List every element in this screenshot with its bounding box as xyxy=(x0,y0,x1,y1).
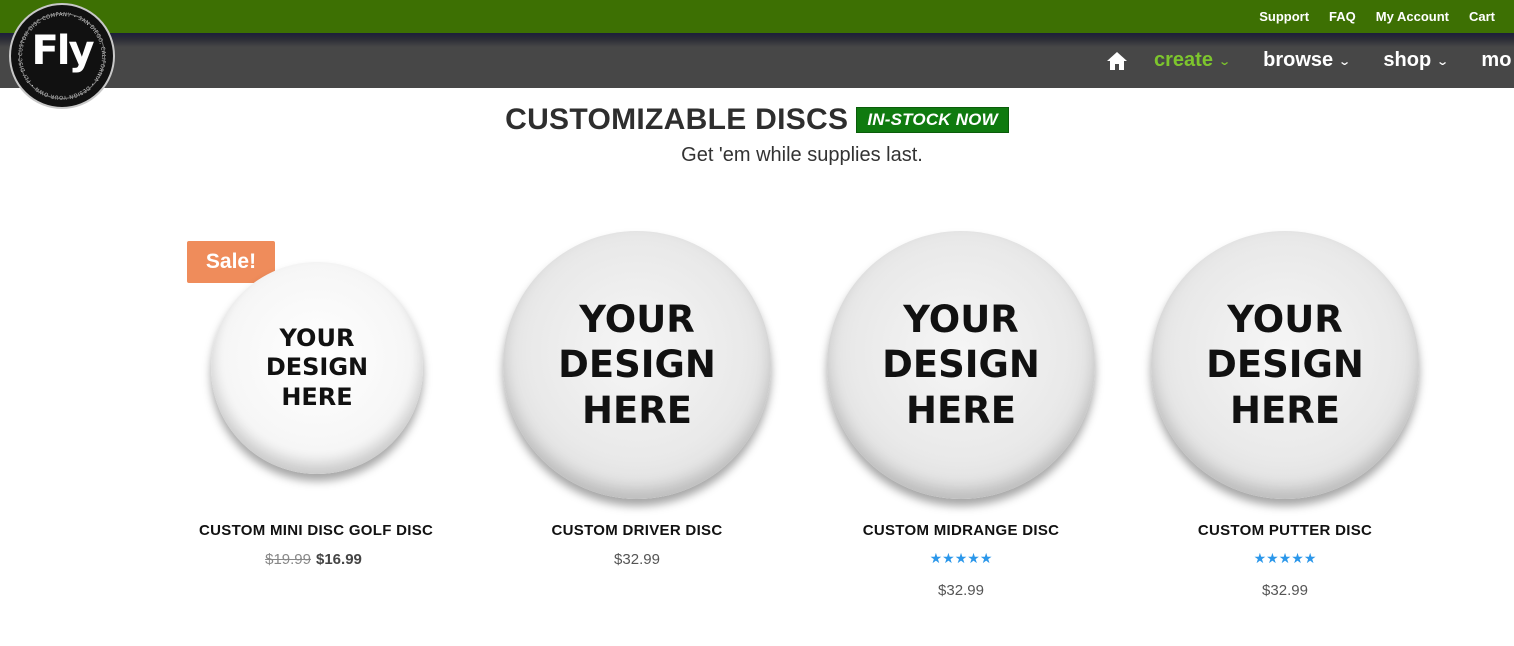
my-account-link[interactable]: My Account xyxy=(1376,9,1449,24)
price-sale: $16.99 xyxy=(316,551,362,568)
main-nav: create ⌄ browse ⌄ shop ⌄ mo xyxy=(1104,33,1514,88)
nav-browse-label: browse xyxy=(1263,49,1334,71)
product-title-driver[interactable]: CUSTOM DRIVER DISC xyxy=(487,522,787,539)
nav-create[interactable]: create ⌄ xyxy=(1154,49,1231,72)
product-image-putter[interactable]: YOUR DESIGN HERE xyxy=(1151,231,1419,499)
page-title-text: CUSTOMIZABLE DISCS xyxy=(505,103,849,136)
nav-shop[interactable]: shop ⌄ xyxy=(1383,49,1450,72)
disc-art: YOUR DESIGN HERE xyxy=(558,297,716,432)
product-price-midrange: $32.99 xyxy=(938,582,984,599)
product-image-driver[interactable]: YOUR DESIGN HERE xyxy=(503,231,771,499)
disc-art-line: YOUR xyxy=(279,324,355,353)
disc-art: YOUR DESIGN HERE xyxy=(266,324,368,412)
home-icon[interactable] xyxy=(1104,48,1130,74)
disc-art-line: YOUR xyxy=(903,298,1019,342)
disc-art-line: HERE xyxy=(905,388,1016,432)
chevron-down-icon: ⌄ xyxy=(1338,56,1352,68)
product-price-putter: $32.99 xyxy=(1262,582,1308,599)
support-link[interactable]: Support xyxy=(1259,9,1309,24)
page-title: CUSTOMIZABLE DISCS IN-STOCK NOW xyxy=(505,103,1009,137)
product-price-driver: $32.99 xyxy=(614,551,660,568)
nav-more-label: mo xyxy=(1481,49,1512,71)
section-heading: CUSTOMIZABLE DISCS IN-STOCK NOW xyxy=(0,103,1514,137)
page-subtitle: Get 'em while supplies last. xyxy=(681,144,923,166)
product-title-midrange[interactable]: CUSTOM MIDRANGE DISC xyxy=(811,522,1111,539)
rating-stars: ★★★★★ xyxy=(1253,550,1317,566)
product-image-midrange[interactable]: YOUR DESIGN HERE xyxy=(827,231,1095,499)
nav-more[interactable]: mo xyxy=(1481,49,1511,72)
nav-shop-label: shop xyxy=(1383,49,1432,71)
chevron-down-icon: ⌄ xyxy=(1436,56,1450,68)
disc-art-line: HERE xyxy=(581,388,692,432)
product-image-mini[interactable]: YOUR DESIGN HERE xyxy=(211,262,423,474)
disc-art: YOUR DESIGN HERE xyxy=(1206,297,1364,432)
rating-stars: ★★★★★ xyxy=(929,550,993,566)
disc-art: YOUR DESIGN HERE xyxy=(882,297,1040,432)
product-title-mini[interactable]: CUSTOM MINI DISC GOLF DISC xyxy=(199,522,433,539)
site-logo[interactable]: CUSTOM DISC COMPANY • SAN DIEGO, CALIFOR… xyxy=(9,3,115,109)
in-stock-badge: IN-STOCK NOW xyxy=(856,107,1009,133)
nav-create-label: create xyxy=(1154,49,1213,71)
disc-art-line: DESIGN xyxy=(1206,343,1364,387)
chevron-down-icon: ⌄ xyxy=(1218,56,1231,68)
logo-mark: Fly xyxy=(31,28,94,74)
product-title-putter[interactable]: CUSTOM PUTTER DISC xyxy=(1135,522,1435,539)
disc-art-line: DESIGN xyxy=(558,343,716,387)
top-links: Support FAQ My Account Cart xyxy=(1259,0,1495,33)
disc-art-line: HERE xyxy=(1229,388,1340,432)
disc-art-line: DESIGN xyxy=(265,353,369,382)
price-old: $19.99 xyxy=(265,551,311,568)
product-price-mini: $19.99 $16.99 xyxy=(199,551,428,568)
nav-browse[interactable]: browse ⌄ xyxy=(1263,49,1352,72)
disc-art-line: HERE xyxy=(281,382,353,411)
faq-link[interactable]: FAQ xyxy=(1329,9,1356,24)
disc-art-line: YOUR xyxy=(579,298,695,342)
disc-art-line: YOUR xyxy=(1227,298,1343,342)
disc-art-line: DESIGN xyxy=(882,343,1040,387)
cart-link[interactable]: Cart xyxy=(1469,9,1495,24)
